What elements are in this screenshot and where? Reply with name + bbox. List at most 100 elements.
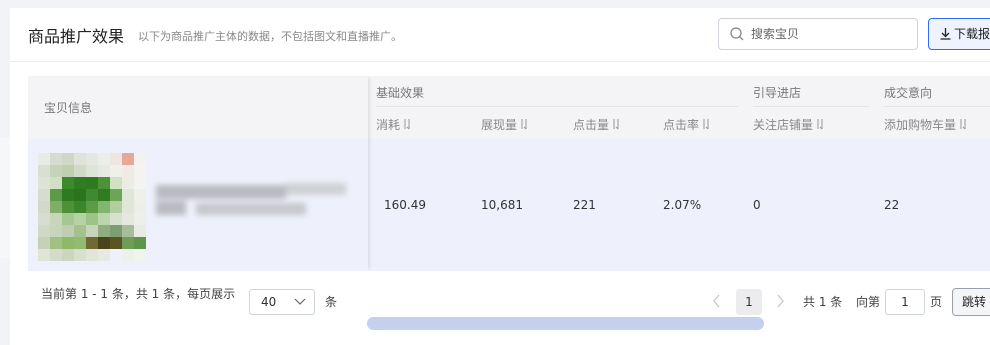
thumbnail-pixel [38, 213, 50, 225]
column-cost[interactable]: 消耗 [376, 116, 412, 133]
thumbnail-pixel [122, 177, 134, 189]
thumbnail-pixel [86, 249, 98, 261]
thumbnail-pixel [86, 201, 98, 213]
thumbnail-pixel [98, 201, 110, 213]
thumbnail-pixel [74, 153, 86, 165]
thumbnail-pixel [62, 249, 74, 261]
thumbnail-pixel [98, 213, 110, 225]
sort-icon [613, 119, 619, 130]
thumbnail-pixel [134, 201, 146, 213]
thumbnail-pixel [62, 201, 74, 213]
column-store-follows[interactable]: 关注店铺量 [753, 116, 825, 133]
thumbnail-pixel [134, 213, 146, 225]
horizontal-scrollbar[interactable] [367, 317, 764, 330]
thumbnail-pixel [50, 177, 62, 189]
column-ctr-label: 点击率 [663, 118, 700, 132]
column-ctr[interactable]: 点击率 [663, 116, 711, 133]
fixed-column: 宝贝信息 [28, 76, 368, 271]
panel-header: 商品推广效果 以下为商品推广主体的数据，不包括图文和直播推广。 下载报 [10, 8, 990, 62]
cell-store-follows: 0 [753, 198, 761, 212]
column-add-to-cart[interactable]: 添加购物车量 [884, 116, 968, 133]
thumbnail-pixel [38, 237, 50, 249]
search-input[interactable] [751, 25, 911, 43]
thumbnail-pixel [74, 213, 86, 225]
download-label: 下载报 [954, 27, 990, 41]
thumbnail-pixel [50, 201, 62, 213]
page-title: 商品推广效果 [28, 27, 125, 46]
thumbnail-pixel [86, 213, 98, 225]
download-report-button[interactable]: 下载报 [928, 18, 990, 50]
thumbnail-pixel [38, 177, 50, 189]
thumbnail-pixel [110, 225, 122, 237]
sort-icon [521, 119, 527, 130]
group-store-line [753, 106, 869, 107]
scroll-header: 基础效果 引导进店 成交意向 消耗 展现量 点击量 点击率 关注店铺量 添加购物… [368, 76, 990, 139]
thumbnail-pixel [110, 201, 122, 213]
thumbnail-pixel [62, 165, 74, 177]
jump-button[interactable]: 跳转 [952, 288, 990, 316]
thumbnail-pixel [74, 201, 86, 213]
group-intent: 成交意向 [884, 86, 933, 100]
thumbnail-pixel [86, 165, 98, 177]
cell-clicks: 221 [573, 198, 596, 212]
product-cell[interactable] [28, 139, 368, 271]
header-product-info: 宝贝信息 [44, 101, 93, 115]
chevron-left-icon[interactable] [712, 294, 722, 308]
thumbnail-pixel [62, 213, 74, 225]
thumbnail-pixel [74, 189, 86, 201]
thumbnail-pixel [110, 237, 122, 249]
thumbnail-pixel [74, 177, 86, 189]
thumbnail-pixel [74, 165, 86, 177]
thumbnail-pixel [110, 213, 122, 225]
chevron-right-icon[interactable] [775, 294, 785, 308]
page-size-value: 40 [261, 295, 277, 309]
product-thumbnail[interactable] [38, 153, 146, 261]
thumbnail-pixel [86, 189, 98, 201]
thumbnail-pixel [110, 153, 122, 165]
page-number-current[interactable]: 1 [736, 289, 762, 315]
thumbnail-pixel [134, 225, 146, 237]
thumbnail-pixel [110, 177, 122, 189]
product-name-blurred[interactable] [156, 181, 346, 221]
cell-impressions: 10,681 [481, 198, 523, 212]
group-store: 引导进店 [753, 86, 802, 100]
search-box[interactable] [718, 18, 918, 50]
column-store-follows-label: 关注店铺量 [753, 118, 814, 132]
table-row[interactable]: 160.49 10,681 221 2.07% 0 22 [368, 139, 990, 271]
page-size-select[interactable]: 40 [249, 289, 315, 315]
pagination-total: 共 1 条 [803, 295, 843, 309]
thumbnail-pixel [74, 237, 86, 249]
thumbnail-pixel [38, 165, 50, 177]
sort-icon [703, 119, 709, 130]
thumbnail-pixel [134, 153, 146, 165]
cell-add-to-cart: 22 [884, 198, 900, 212]
thumbnail-pixel [38, 225, 50, 237]
column-clicks[interactable]: 点击量 [573, 116, 621, 133]
sort-icon [960, 119, 966, 130]
thumbnail-pixel [122, 201, 134, 213]
thumbnail-pixel [110, 165, 122, 177]
thumbnail-pixel [122, 165, 134, 177]
left-edge-shadow [0, 138, 10, 258]
thumbnail-pixel [134, 165, 146, 177]
thumbnail-pixel [50, 249, 62, 261]
column-impressions[interactable]: 展现量 [481, 116, 529, 133]
thumbnail-pixel [74, 249, 86, 261]
chevron-down-icon [294, 298, 306, 305]
thumbnail-pixel [122, 225, 134, 237]
thumbnail-pixel [38, 249, 50, 261]
thumbnail-pixel [38, 189, 50, 201]
thumbnail-pixel [122, 153, 134, 165]
thumbnail-pixel [62, 225, 74, 237]
goto-page-input[interactable]: 1 [885, 289, 925, 315]
column-add-to-cart-label: 添加购物车量 [884, 118, 957, 132]
column-impressions-label: 展现量 [481, 118, 518, 132]
page-unit-label: 页 [930, 295, 943, 309]
thumbnail-pixel [122, 213, 134, 225]
data-table: 宝贝信息 基础效果 引导进店 成交意向 消耗 展现量 点击量 点击率 关注店铺量… [28, 76, 990, 271]
pagination-summary: 当前第 1 - 1 条，共 1 条，每页展示 [41, 287, 236, 301]
thumbnail-pixel [86, 177, 98, 189]
page-size-unit: 条 [325, 295, 338, 309]
download-icon [940, 28, 951, 40]
thumbnail-pixel [50, 213, 62, 225]
